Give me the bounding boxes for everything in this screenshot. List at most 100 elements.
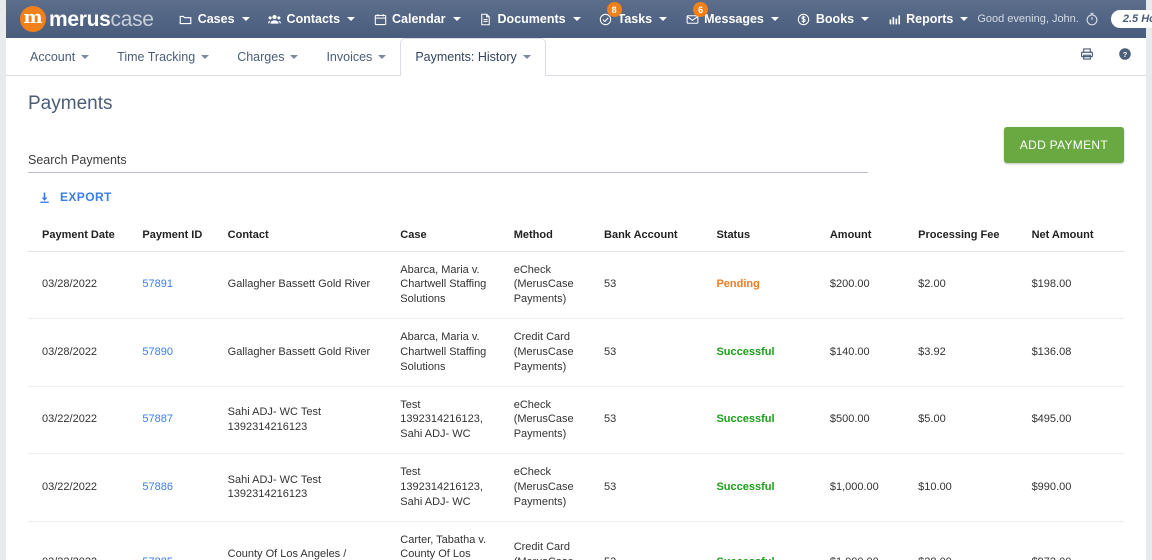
net-amount-cell: $136.08	[1023, 318, 1124, 387]
calendar-icon	[373, 12, 387, 26]
stopwatch-icon[interactable]	[1085, 12, 1099, 26]
column-header-net-amount[interactable]: Net Amount	[1023, 222, 1124, 252]
payment-id-cell[interactable]: 57890	[134, 318, 220, 387]
processing-fee-cell: $28.00	[910, 521, 1024, 560]
bank-account-cell: 53	[596, 318, 709, 387]
logo-light: case	[110, 7, 154, 31]
tab-payments-history[interactable]: Payments: History	[400, 38, 546, 76]
hours-badge[interactable]: 2.5 Hours	[1110, 10, 1152, 28]
status-cell: Successful	[708, 453, 822, 522]
bank-account-cell: 53	[596, 453, 709, 522]
tab-invoices[interactable]: Invoices	[312, 38, 400, 75]
column-header-contact[interactable]: Contact	[219, 222, 393, 252]
nav-label: Documents	[497, 12, 566, 26]
chevron-down-icon	[522, 55, 531, 59]
table-row[interactable]: 03/22/2022 57886 Sahi ADJ- WC Test 1392314…	[28, 453, 1124, 522]
payment-date-cell: 03/22/2022	[28, 521, 135, 560]
processing-fee-cell: $5.00	[910, 386, 1024, 455]
export-button[interactable]: EXPORT	[38, 190, 112, 204]
chevron-down-icon	[861, 17, 870, 21]
bank-account-cell: 53	[596, 521, 709, 560]
logo-mark-icon: m	[20, 6, 46, 32]
case-cell: Abarca, Maria v. Chartwell Staffing Solu…	[392, 251, 506, 320]
chevron-down-icon	[241, 17, 250, 21]
column-header-payment-id[interactable]: Payment ID	[134, 222, 220, 252]
page-content: Payments ADD PAYMENT EXPORT Payment Date…	[6, 76, 1146, 560]
tab-account[interactable]: Account	[16, 38, 103, 75]
column-header-bank-account[interactable]: Bank Account	[596, 222, 709, 252]
nav-label: Messages	[704, 12, 764, 26]
payment-id-link[interactable]: 57886	[142, 481, 173, 493]
tab-charges[interactable]: Charges	[223, 38, 312, 75]
page-title: Payments	[28, 93, 113, 114]
nav-item-calendar[interactable]: Calendar	[364, 0, 470, 38]
status-badge: Successful	[716, 345, 775, 358]
add-payment-button[interactable]: ADD PAYMENT	[1003, 127, 1124, 163]
help-menu[interactable]: ?	[1108, 38, 1146, 75]
payment-date-cell: 03/22/2022	[28, 453, 135, 522]
status-cell: Successful	[708, 521, 822, 560]
column-header-case[interactable]: Case	[392, 222, 506, 252]
bank-account-cell: 53	[596, 386, 709, 455]
case-cell: Carter, Tabatha v. County Of Los Angeles…	[392, 521, 506, 560]
bar-chart-icon	[887, 12, 901, 26]
payment-id-link[interactable]: 57885	[142, 556, 173, 560]
payments-table: Payment Date Payment ID Contact Case Met…	[28, 222, 1124, 560]
chevron-down-icon	[659, 17, 668, 21]
payment-id-cell[interactable]: 57891	[134, 251, 220, 320]
app-window: m meruscase Cases Contacts Calendar Docu…	[0, 0, 1152, 560]
table-row[interactable]: 03/28/2022 57890 Gallagher Bassett Gold Ri…	[28, 318, 1124, 387]
search-input[interactable]	[28, 153, 868, 173]
tab-time-tracking[interactable]: Time Tracking	[103, 38, 223, 75]
print-menu[interactable]	[1070, 38, 1108, 75]
nav-label: Reports	[906, 12, 954, 26]
column-header-method[interactable]: Method	[505, 222, 597, 252]
contact-cell: Gallagher Bassett Gold River	[219, 251, 393, 320]
nav-item-books[interactable]: Books	[788, 0, 878, 38]
payment-id-link[interactable]: 57887	[142, 413, 173, 425]
table-body: 03/28/2022 57891 Gallagher Bassett Gold Ri…	[28, 251, 1124, 560]
search-field-wrapper	[28, 151, 868, 173]
amount-cell: $1,000.00	[821, 521, 911, 560]
export-label: EXPORT	[60, 190, 112, 204]
nav-item-messages[interactable]: Messages 6	[676, 0, 788, 38]
net-amount-cell: $972.00	[1023, 521, 1124, 560]
payment-id-link[interactable]: 57891	[142, 278, 173, 290]
nav-item-reports[interactable]: Reports	[878, 0, 977, 38]
payment-id-link[interactable]: 57890	[142, 346, 173, 358]
chevron-down-icon	[770, 17, 779, 21]
case-cell: Test 1392314216123, Sahi ADJ- WC	[392, 386, 506, 455]
tab-label: Invoices	[326, 49, 373, 64]
column-header-processing-fee[interactable]: Processing Fee	[910, 222, 1024, 252]
contact-cell: Sahi ADJ- WC Test 1392314216123	[219, 386, 393, 455]
table-row[interactable]: 03/22/2022 57885 County Of Los Angeles / S…	[28, 521, 1124, 560]
payment-id-cell[interactable]: 57887	[134, 386, 220, 455]
nav-item-cases[interactable]: Cases	[170, 0, 259, 38]
nav-item-contacts[interactable]: Contacts	[259, 0, 364, 38]
payment-date-cell: 03/22/2022	[28, 386, 135, 455]
download-icon	[38, 191, 51, 204]
nav-label: Calendar	[392, 12, 446, 26]
column-header-status[interactable]: Status	[708, 222, 822, 252]
contacts-icon	[268, 12, 282, 26]
table-row[interactable]: 03/28/2022 57891 Gallagher Bassett Gold Ri…	[28, 251, 1124, 320]
amount-cell: $1,000.00	[821, 453, 911, 522]
chevron-down-icon	[960, 17, 969, 21]
tab-label: Charges	[237, 49, 285, 64]
help-circle-icon: ?	[1118, 47, 1132, 66]
payment-id-cell[interactable]: 57885	[134, 521, 220, 560]
case-cell: Abarca, Maria v. Chartwell Staffing Solu…	[392, 318, 506, 387]
chevron-down-icon	[81, 54, 90, 59]
nav-item-documents[interactable]: Documents	[470, 0, 590, 38]
status-badge: Successful	[716, 413, 775, 426]
folder-icon	[179, 12, 193, 26]
chevron-down-icon	[347, 17, 356, 21]
processing-fee-cell: $2.00	[910, 251, 1024, 320]
column-header-amount[interactable]: Amount	[821, 222, 911, 252]
payment-id-cell[interactable]: 57886	[134, 453, 220, 522]
net-amount-cell: $198.00	[1023, 251, 1124, 320]
table-row[interactable]: 03/22/2022 57887 Sahi ADJ- WC Test 1392314…	[28, 386, 1124, 455]
nav-item-tasks[interactable]: Tasks 8	[590, 0, 677, 38]
meruscase-logo[interactable]: m meruscase	[20, 6, 154, 32]
column-header-payment-date[interactable]: Payment Date	[28, 222, 135, 252]
